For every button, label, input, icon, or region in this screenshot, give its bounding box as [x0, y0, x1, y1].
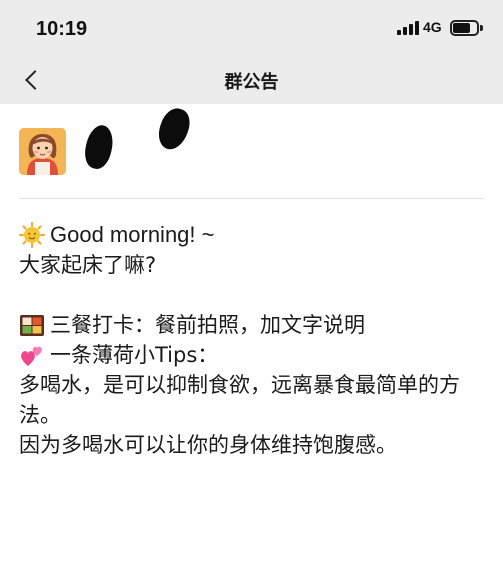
message-text: 三餐打卡：餐前拍照，加文字说明: [50, 313, 365, 337]
message-line: 一条薄荷小Tips：: [19, 340, 491, 370]
battery-icon: [450, 20, 483, 36]
redaction-mark: [81, 122, 117, 172]
message-text: Good morning! ~: [50, 222, 215, 247]
bento-box-emoji-icon: [20, 315, 44, 336]
nav-bar: 群公告: [0, 58, 503, 104]
divider: [19, 198, 484, 199]
network-label: 4G: [423, 19, 442, 35]
message-text: 多喝水，是可以抑制食欲，远离暴食最简单的方法。: [19, 373, 460, 427]
message-line: 因为多喝水可以让你的身体维持饱腹感。: [19, 430, 491, 460]
signal-icon: [397, 21, 419, 35]
announcement-screen: 10:19 4G 群公告 Good morning! ~ 大家起床了嘛? 三餐打…: [0, 0, 503, 562]
redaction-mark: [154, 104, 194, 154]
message-text: 因为多喝水可以让你的身体维持饱腹感。: [19, 433, 397, 457]
page-title: 群公告: [224, 72, 279, 93]
two-hearts-emoji-icon: [21, 346, 42, 366]
message-text: 一条薄荷小Tips：: [50, 343, 219, 367]
cartoon-girl-avatar-icon: [19, 128, 66, 175]
sun-face-emoji-icon: [19, 222, 45, 248]
announcement-text: Good morning! ~ 大家起床了嘛? 三餐打卡：餐前拍照，加文字说明 …: [19, 220, 491, 460]
status-time: 10:19: [36, 18, 88, 40]
message-text: 大家起床了嘛?: [19, 253, 157, 277]
message-line: 三餐打卡：餐前拍照，加文字说明: [19, 310, 491, 340]
avatar[interactable]: [19, 128, 66, 175]
message-line: 大家起床了嘛?: [19, 250, 491, 280]
message-line: 多喝水，是可以抑制食欲，远离暴食最简单的方法。: [19, 370, 491, 430]
message-line: Good morning! ~: [19, 220, 491, 250]
status-bar: 10:19 4G: [0, 0, 503, 58]
